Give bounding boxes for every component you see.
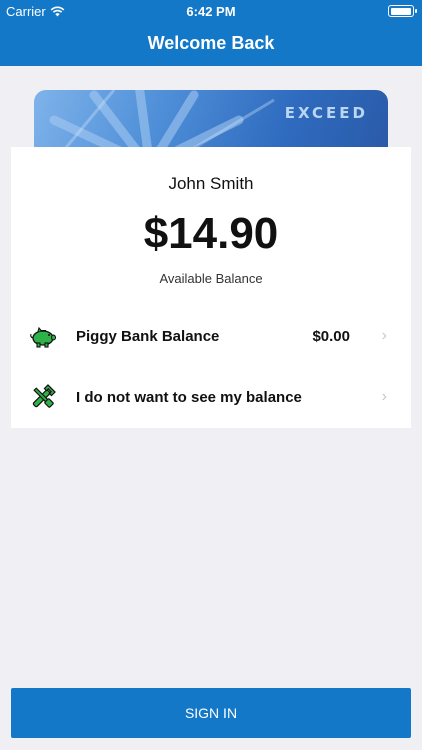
chevron-right-icon: ›: [381, 388, 387, 405]
balance-panel: John Smith $14.90 Available Balance Pigg…: [11, 147, 411, 428]
available-balance-label: Available Balance: [159, 271, 263, 286]
piggy-bank-value: $0.00: [312, 327, 350, 345]
tools-icon: [32, 384, 56, 408]
battery-icon: [388, 5, 417, 17]
navigation-bar: Carrier 6:42 PM Welcome Back: [0, 0, 422, 66]
available-balance-amount: $14.90: [143, 209, 279, 258]
account-name: John Smith: [168, 174, 254, 193]
status-bar: Carrier 6:42 PM: [0, 0, 422, 22]
piggy-bank-row[interactable]: Piggy Bank Balance $0.00 ›: [11, 310, 411, 362]
chevron-right-icon: ›: [381, 327, 387, 344]
page-title: Welcome Back: [147, 33, 275, 53]
hide-balance-label: I do not want to see my balance: [76, 388, 302, 406]
sign-in-button[interactable]: SIGN IN: [11, 688, 411, 738]
hide-balance-row[interactable]: I do not want to see my balance ›: [11, 371, 411, 423]
piggy-bank-label: Piggy Bank Balance: [76, 327, 220, 345]
card-brand: EXCEED: [284, 104, 368, 122]
piggy-bank-icon: [30, 326, 57, 348]
status-time: 6:42 PM: [186, 4, 236, 19]
